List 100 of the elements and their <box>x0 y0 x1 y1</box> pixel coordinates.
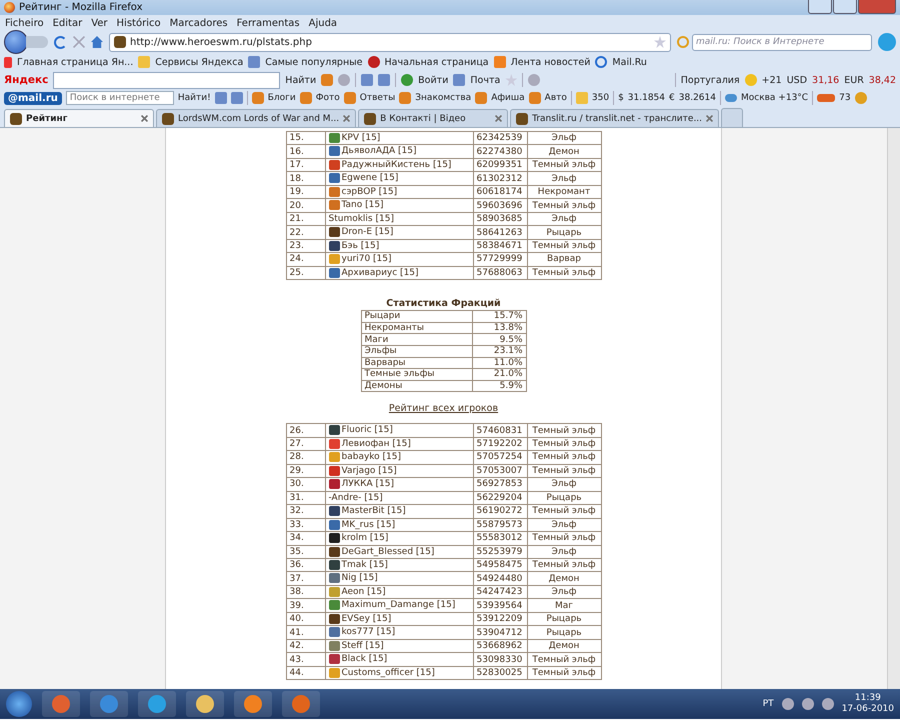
scrollbar[interactable] <box>887 128 900 689</box>
score-cell: 56927853 <box>473 478 527 492</box>
mail-search-field[interactable]: Поиск в интернете <box>66 91 174 105</box>
rank-cell: 17. <box>286 158 325 172</box>
traffic-level[interactable]: 73 <box>839 93 851 103</box>
share-cell: 5.9% <box>472 380 526 392</box>
toolbar-link[interactable]: Авто <box>544 93 567 103</box>
faction-cell: Демон <box>527 144 601 158</box>
faction-cell: Рыцарь <box>527 612 601 626</box>
login-link[interactable]: Войти <box>418 74 448 86</box>
share-cell: 9.5% <box>472 334 526 346</box>
menu-item[interactable]: Ver <box>91 18 108 28</box>
rank-cell: 38. <box>286 585 325 599</box>
bookmark-item[interactable]: Mail.Ru <box>612 56 647 68</box>
share-cell: 11.0% <box>472 357 526 369</box>
window-title: Рейтинг - Mozilla Firefox <box>19 2 142 13</box>
start-button[interactable] <box>6 691 32 717</box>
faction-cell: Рыцарь <box>527 626 601 640</box>
score-cell: 53098330 <box>473 652 527 666</box>
browser-tab[interactable]: Рейтинг <box>4 109 154 127</box>
player-link[interactable]: Nig [15] <box>342 573 378 584</box>
share-cell: 15.7% <box>472 310 526 322</box>
rank-cell: 19. <box>286 185 325 199</box>
toolbar-link[interactable]: Ответы <box>360 93 396 103</box>
bookmark-item[interactable]: Главная страница Ян... <box>17 56 134 68</box>
faction-cell: Темный эльф <box>527 532 601 546</box>
rank-cell: 24. <box>286 252 325 266</box>
address-field[interactable]: http://www.heroeswm.ru/plstats.php <box>109 32 671 52</box>
close-tab-icon[interactable] <box>495 115 502 122</box>
faction-cell: Некроманты <box>361 322 472 334</box>
score-cell: 56229204 <box>473 491 527 505</box>
bookmark-item[interactable]: Начальная страница <box>384 56 489 68</box>
faction-cell: Эльфы <box>361 345 472 358</box>
browser-tab[interactable]: Translit.ru / translit.net - транслите... <box>510 109 720 127</box>
score-cell: 62274380 <box>473 144 527 158</box>
rank-cell: 20. <box>286 198 325 212</box>
faction-cell: Темный эльф <box>527 558 601 572</box>
region-label[interactable]: Португалия <box>680 74 740 86</box>
find-button[interactable]: Найти! <box>178 93 211 103</box>
close-tab-icon[interactable] <box>706 115 714 122</box>
weather-label[interactable]: Москва +13°C <box>740 93 808 103</box>
player-link[interactable]: KPV [15] <box>342 133 380 143</box>
mail-link[interactable]: Почта <box>470 74 500 86</box>
minimize-button[interactable] <box>808 0 832 14</box>
rank-cell: 18. <box>286 172 325 186</box>
menu-item[interactable]: Editar <box>52 18 82 28</box>
menu-item[interactable]: Ficheiro <box>5 18 44 28</box>
bookmark-item[interactable]: Самые популярные <box>265 56 362 68</box>
menu-item[interactable]: Ajuda <box>308 18 338 28</box>
search-field[interactable]: mail.ru: Поиск в Интернете <box>692 34 872 50</box>
rank-cell: 15. <box>286 132 325 145</box>
clock[interactable]: 11:39 17-06-2010 <box>842 693 894 715</box>
browser-tab[interactable]: В Контакті | Відео <box>358 109 508 127</box>
language-indicator[interactable]: PT <box>762 699 774 709</box>
faction-cell: Рыцари <box>361 310 472 322</box>
reload-icon[interactable] <box>54 36 67 48</box>
rank-cell: 25. <box>286 266 325 280</box>
share-cell: 21.0% <box>472 368 526 380</box>
player-link[interactable]: Бэь [15] <box>342 240 380 251</box>
bookmark-item[interactable]: Лента новостей <box>510 56 590 68</box>
new-tab-button[interactable] <box>721 108 744 127</box>
mail-count[interactable]: 350 <box>592 93 610 103</box>
sun-icon[interactable] <box>744 74 757 86</box>
euro-sign: € <box>669 93 675 103</box>
find-button[interactable]: Найти <box>285 74 316 86</box>
menu-item[interactable]: Marcadores <box>170 18 228 28</box>
faction-cell: Темный эльф <box>527 239 601 253</box>
toolbar-link[interactable]: Афиша <box>491 93 525 103</box>
yandex-search-field[interactable] <box>53 72 280 88</box>
faction-cell: Некромант <box>527 185 601 199</box>
menu-item[interactable]: Histórico <box>116 18 161 28</box>
toolbar-link[interactable]: Блоги <box>268 93 296 103</box>
rank-cell: 30. <box>286 478 325 492</box>
browser-tab[interactable]: LordsWM.com Lords of War and M... <box>156 109 356 127</box>
faction-cell: Маги <box>361 334 472 346</box>
dollar-sign: $ <box>618 93 624 103</box>
rank-cell: 42. <box>286 639 325 653</box>
euro-rate: 38.2614 <box>678 93 716 103</box>
faction-cell: Маг <box>527 598 601 612</box>
faction-cell: Темный эльф <box>527 158 601 172</box>
all-players-link[interactable]: Рейтинг всех игроков <box>388 403 498 414</box>
rank-cell: 39. <box>286 598 325 612</box>
home-icon[interactable] <box>91 36 103 48</box>
dollar-rate: 31.1854 <box>628 93 666 103</box>
faction-cell: Темный эльф <box>527 450 601 464</box>
score-cell: 57688063 <box>473 266 527 280</box>
bookmark-item[interactable]: Сервисы Яндекса <box>155 56 244 68</box>
score-cell: 58641263 <box>473 226 527 240</box>
back-button[interactable] <box>4 30 28 54</box>
toolbar-link[interactable]: Фото <box>316 93 340 103</box>
site-icon <box>114 36 126 48</box>
close-tab-icon[interactable] <box>141 115 148 122</box>
score-cell: 57460831 <box>473 424 527 438</box>
toolbar-link[interactable]: Знакомства <box>415 93 472 103</box>
stop-icon[interactable] <box>73 36 85 48</box>
close-tab-icon[interactable] <box>343 115 350 122</box>
maximize-button[interactable] <box>833 0 857 14</box>
score-cell: 57057254 <box>473 450 527 464</box>
menu-item[interactable]: Ferramentas <box>236 18 300 28</box>
currency-rate: 31,16 <box>812 74 840 86</box>
